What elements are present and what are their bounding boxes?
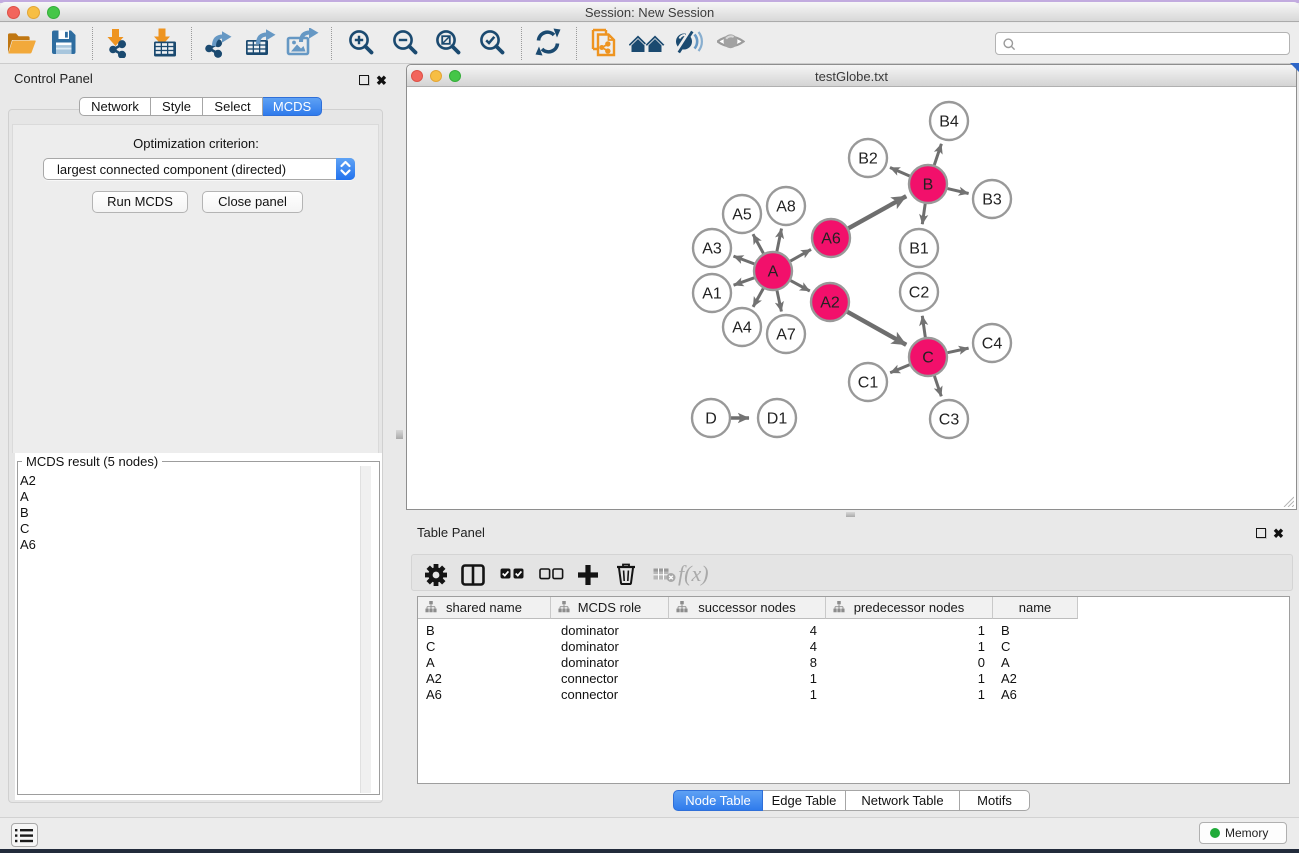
svg-text:B3: B3 xyxy=(982,192,1002,209)
svg-text:A6: A6 xyxy=(821,231,841,248)
svg-text:A8: A8 xyxy=(776,199,796,216)
svg-text:A3: A3 xyxy=(702,241,722,258)
svg-text:D1: D1 xyxy=(767,411,788,428)
svg-text:A4: A4 xyxy=(732,320,752,337)
svg-text:C1: C1 xyxy=(858,375,879,392)
svg-text:B2: B2 xyxy=(858,151,878,168)
svg-text:B1: B1 xyxy=(909,241,929,258)
svg-text:B4: B4 xyxy=(939,114,959,131)
svg-text:A2: A2 xyxy=(820,295,840,312)
svg-text:C3: C3 xyxy=(939,412,960,429)
svg-text:C2: C2 xyxy=(909,285,930,302)
svg-text:C: C xyxy=(922,350,934,367)
svg-text:A5: A5 xyxy=(732,207,752,224)
svg-text:C4: C4 xyxy=(982,336,1003,353)
svg-text:B: B xyxy=(923,177,934,194)
svg-text:D: D xyxy=(705,411,717,428)
svg-text:A: A xyxy=(768,264,779,281)
svg-text:A7: A7 xyxy=(776,327,796,344)
svg-text:A1: A1 xyxy=(702,286,722,303)
